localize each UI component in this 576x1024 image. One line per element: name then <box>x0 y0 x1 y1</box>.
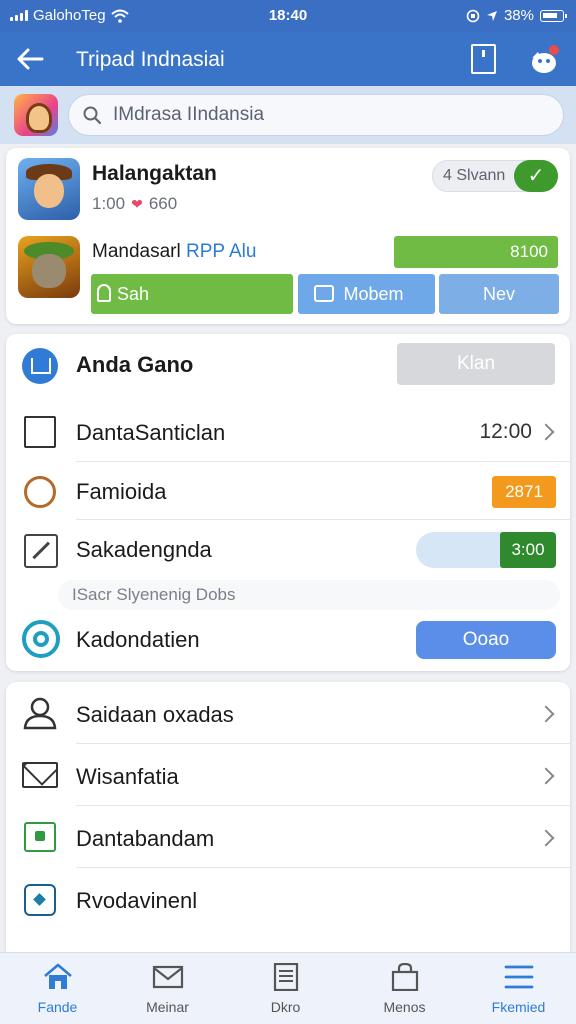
crosshair-ring-icon <box>24 476 56 508</box>
square-icon <box>24 416 56 448</box>
lock-icon <box>97 284 111 302</box>
menu-icon <box>504 965 534 989</box>
location-icon <box>486 10 497 21</box>
list-item[interactable]: Famioida 2871 <box>6 462 570 520</box>
menu-item[interactable]: Wisanfatia <box>6 744 570 806</box>
game-subtitle-name: Mandasarl <box>92 241 181 262</box>
heart-icon: ❤ <box>131 195 143 212</box>
hint-row: ISacr Slyenenig Dobs <box>6 578 570 610</box>
slash-box-icon <box>24 534 58 568</box>
row-label: Kadondatien <box>76 627 200 652</box>
search-bar[interactable] <box>68 94 564 136</box>
target-icon <box>22 620 60 658</box>
checkmark-icon: ✓ <box>514 160 558 192</box>
tab-menos[interactable]: Menos <box>347 953 462 1024</box>
shopping-bag-icon <box>391 963 419 991</box>
menu-item[interactable]: Saidaan oxadas <box>6 682 570 744</box>
battery-percent: 38% <box>503 7 534 24</box>
klan-button[interactable]: Klan <box>397 343 555 385</box>
menu-list: Saidaan oxadas Wisanfatia Dantabandam Rv… <box>6 682 570 952</box>
chevron-right-icon <box>537 829 555 847</box>
progress-track[interactable]: 3:00 <box>416 532 556 568</box>
status-bar: GalohoTeg 18:40 38% <box>0 0 576 32</box>
user-icon <box>23 697 57 730</box>
mascot-notification-icon[interactable] <box>528 42 562 76</box>
mail-icon <box>22 762 58 788</box>
tab-label: Fande <box>37 999 78 1015</box>
divider <box>76 519 570 520</box>
game-thumbnail-creature-icon[interactable] <box>18 236 80 298</box>
tab-meinar[interactable]: Meinar <box>110 953 225 1024</box>
panel-header: Anda Gano Klan <box>6 334 570 396</box>
rotation-lock-icon <box>466 9 480 22</box>
page-title: Tripad Indnasiai <box>76 48 225 71</box>
game-likes: 660 <box>148 194 178 213</box>
tab-label: Dkro <box>270 999 301 1015</box>
sah-label: Sah <box>117 284 150 304</box>
game-subtitle: Mandasarl RPP Alu <box>92 241 256 263</box>
mail-icon <box>152 965 184 989</box>
price-bar[interactable]: 8100 <box>394 236 558 268</box>
row-label: DantaSanticlan <box>76 420 226 445</box>
chevron-right-icon <box>537 423 555 441</box>
follow-toggle[interactable]: 4 Slvann ✓ <box>432 160 558 192</box>
row-label: Sakadengnda <box>76 537 212 562</box>
home-icon <box>22 348 58 384</box>
menu-label: Dantabandam <box>76 826 215 851</box>
search-input[interactable] <box>113 101 543 129</box>
mobem-label: Mobem <box>343 284 404 304</box>
search-icon <box>83 106 101 124</box>
menu-label: Rvodavinenl <box>76 888 198 913</box>
game-stats: 1:00 ❤ 660 <box>92 194 177 214</box>
image-icon <box>314 285 334 302</box>
tab-label: Fkemied <box>491 999 546 1015</box>
tab-fande[interactable]: Fande <box>0 953 115 1024</box>
menu-label: Saidaan oxadas <box>76 702 234 727</box>
tab-dkro[interactable]: Dkro <box>228 953 343 1024</box>
game-thumbnail-character-icon[interactable] <box>18 158 80 220</box>
document-icon <box>273 963 299 991</box>
hint-text: ISacr Slyenenig Dobs <box>58 580 560 610</box>
battery-icon <box>540 9 567 22</box>
app-bar: Tripad Indnasiai <box>0 32 576 86</box>
settings-panel: Anda Gano Klan DantaSanticlan 12:00 Fami… <box>6 334 570 671</box>
bottom-tab-bar: Fande Meinar Dkro Menos Fkemied <box>0 952 576 1024</box>
app-logo-icon[interactable] <box>14 94 58 136</box>
tab-fkemied[interactable]: Fkemied <box>461 953 576 1024</box>
list-item[interactable]: DantaSanticlan 12:00 <box>6 400 570 462</box>
list-item[interactable]: Sakadengnda 3:00 <box>6 522 570 580</box>
game-subtitle-highlight[interactable]: RPP Alu <box>186 241 256 262</box>
ooao-button[interactable]: Ooao <box>416 621 556 659</box>
game-title[interactable]: Halangaktan <box>92 162 217 186</box>
nev-button[interactable]: Nev <box>439 274 559 314</box>
sah-button[interactable]: Sah <box>91 274 293 314</box>
menu-label: Wisanfatia <box>76 764 179 789</box>
menu-item[interactable]: Rvodavinenl <box>6 868 570 930</box>
tab-label: Menos <box>383 999 426 1015</box>
tab-label: Meinar <box>146 999 189 1015</box>
row-label: Famioida <box>76 479 167 504</box>
games-card: Halangaktan 1:00 ❤ 660 4 Slvann ✓ Mandas… <box>6 148 570 324</box>
toggle-label: 4 Slvann <box>443 167 506 184</box>
mobem-button[interactable]: Mobem <box>298 274 435 314</box>
chevron-right-icon <box>537 767 555 785</box>
status-right: 38% <box>466 7 567 24</box>
panel-title: Anda Gano <box>76 352 194 377</box>
row-time: 12:00 <box>479 420 532 443</box>
menu-item[interactable]: Dantabandam <box>6 806 570 868</box>
progress-fill: 3:00 <box>500 532 556 568</box>
status-badge: 2871 <box>492 476 556 508</box>
game-count: 1:00 <box>92 194 126 213</box>
search-row <box>0 86 576 144</box>
chevron-right-icon <box>537 705 555 723</box>
arrow-left-icon[interactable] <box>14 44 46 74</box>
bookmark-icon[interactable] <box>471 44 496 74</box>
diamond-icon <box>24 884 56 916</box>
folder-icon <box>24 822 56 852</box>
home-icon <box>44 963 72 989</box>
list-item: Kadondatien Ooao <box>6 610 570 668</box>
